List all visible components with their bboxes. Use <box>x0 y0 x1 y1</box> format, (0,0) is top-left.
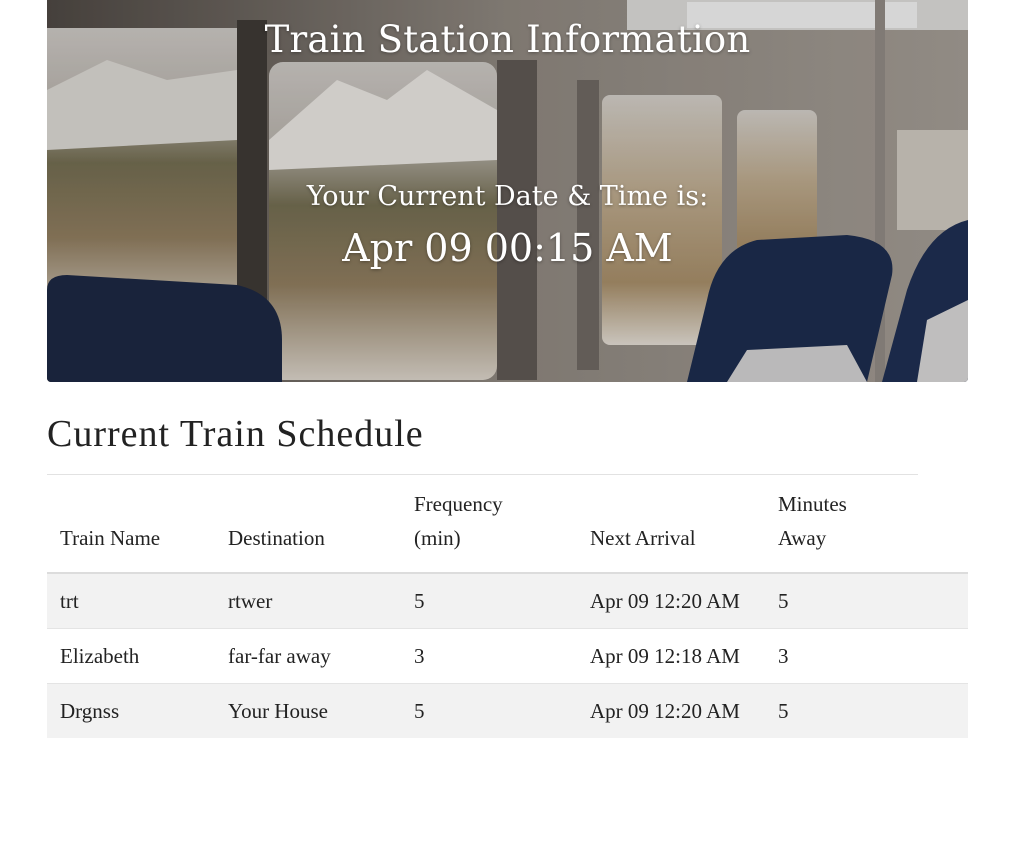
current-time-value: Apr 09 00:15 AM <box>342 226 673 270</box>
cell-frequency: 5 <box>401 683 577 738</box>
page-title: Train Station Information <box>264 18 751 61</box>
cell-minutes-away: 5 <box>765 683 968 738</box>
frequency-header-line2: (min) <box>414 526 461 550</box>
minutes-header-line1: Minutes <box>778 492 847 516</box>
cell-frequency: 5 <box>401 572 577 629</box>
current-time-label: Your Current Date & Time is: <box>306 181 709 212</box>
frequency-header-line1: Frequency <box>414 492 503 516</box>
minutes-header-line2: Away <box>778 526 827 550</box>
cell-destination: far-far away <box>215 628 401 684</box>
cell-next-arrival: Apr 09 12:20 AM <box>577 572 765 629</box>
train-schedule-table: Train Name Destination Frequency (min) Ne… <box>47 475 968 738</box>
column-header-minutes-away: Minutes Away <box>765 475 968 574</box>
table-header-row: Train Name Destination Frequency (min) Ne… <box>47 475 968 574</box>
cell-train-name: Drgnss <box>47 683 215 738</box>
cell-next-arrival: Apr 09 12:18 AM <box>577 628 765 684</box>
column-header-train-name: Train Name <box>47 475 215 574</box>
cell-next-arrival: Apr 09 12:20 AM <box>577 683 765 738</box>
cell-minutes-away: 3 <box>765 628 968 684</box>
cell-frequency: 3 <box>401 628 577 684</box>
table-row: Drgnss Your House 5 Apr 09 12:20 AM 5 <box>47 683 968 738</box>
table-row: trt rtwer 5 Apr 09 12:20 AM 5 <box>47 572 968 629</box>
column-header-next-arrival: Next Arrival <box>577 475 765 574</box>
column-header-frequency: Frequency (min) <box>401 475 577 574</box>
column-header-destination: Destination <box>215 475 401 574</box>
schedule-heading: Current Train Schedule <box>47 413 424 455</box>
cell-train-name: trt <box>47 572 215 629</box>
table-row: Elizabeth far-far away 3 Apr 09 12:18 AM… <box>47 628 968 684</box>
cell-minutes-away: 5 <box>765 572 968 629</box>
hero-banner: Train Station Information Your Current D… <box>47 0 968 382</box>
cell-destination: Your House <box>215 683 401 738</box>
cell-train-name: Elizabeth <box>47 628 215 684</box>
cell-destination: rtwer <box>215 572 401 629</box>
